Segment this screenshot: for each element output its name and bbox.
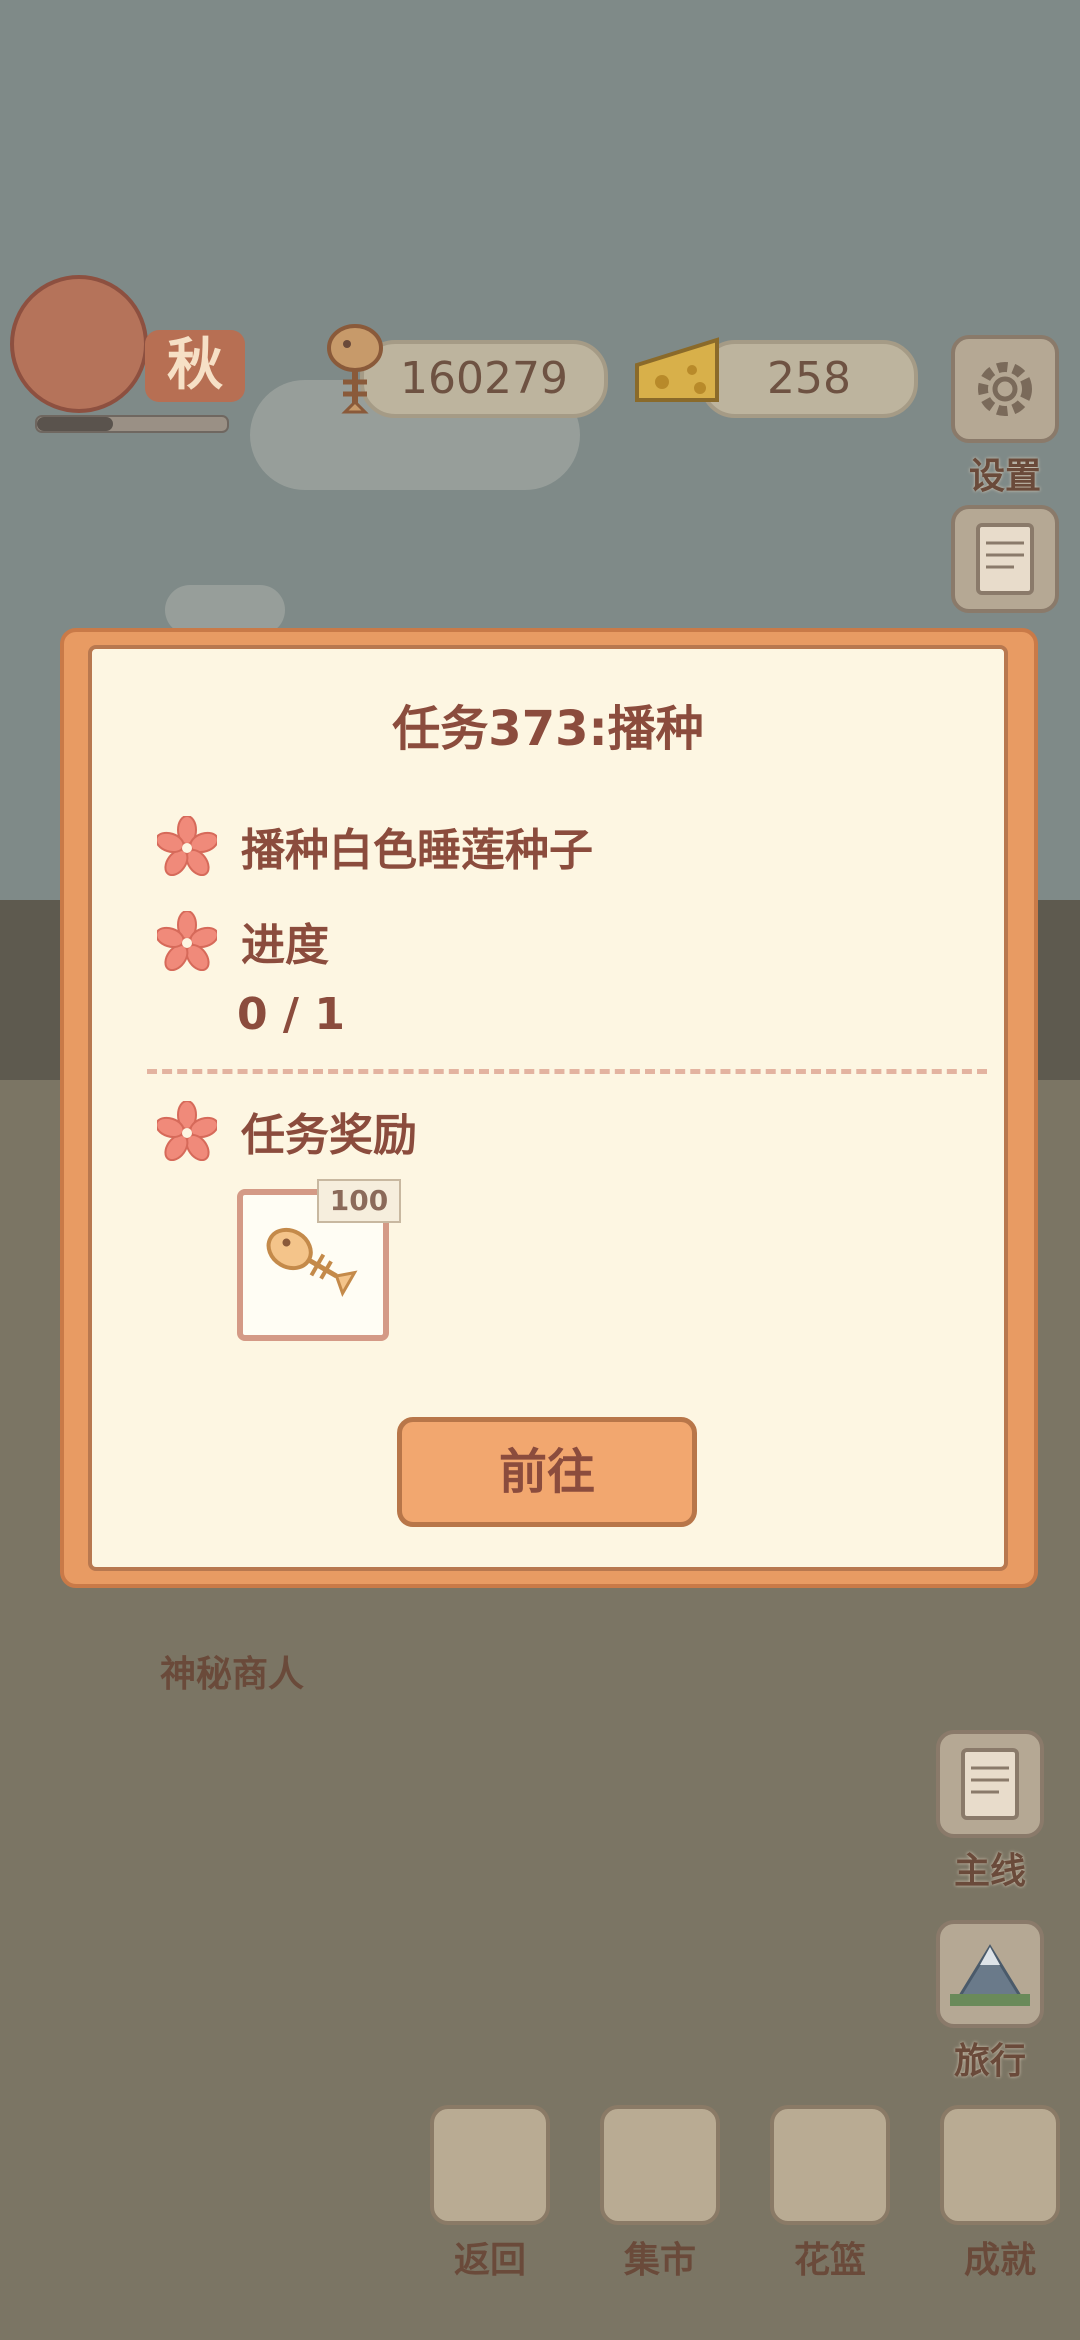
nav-label: 返回: [453, 2240, 526, 2281]
window-icon: [430, 2105, 550, 2225]
tree-icon: [10, 275, 148, 413]
travel-label: 旅行: [953, 2041, 1026, 2082]
dashed-divider: [147, 1069, 987, 1074]
reward-label: 任务奖励: [241, 1110, 417, 1161]
daily-button[interactable]: [950, 505, 1060, 613]
quest-title: 任务373:播种: [392, 701, 704, 757]
trophy-icon: [940, 2105, 1060, 2225]
fish-currency: 160279: [360, 340, 608, 418]
quest-dialog: 任务373:播种 播种白色睡莲种子 进度 0 / 1 任务奖励 100 前往: [88, 645, 1008, 1571]
progress-label: 进度: [241, 920, 329, 971]
season-label: 秋: [145, 330, 245, 402]
travel-button[interactable]: 旅行: [930, 1920, 1050, 2084]
nav-label: 集市: [623, 2240, 696, 2281]
main-quest-label: 主线: [953, 1851, 1026, 1892]
nav-flower-basket[interactable]: 花篮: [770, 2105, 890, 2283]
mysterious-merchant-label[interactable]: 神秘商人: [160, 1645, 304, 1697]
go-button[interactable]: 前往: [397, 1417, 697, 1527]
nav-back[interactable]: 返回: [430, 2105, 550, 2283]
season-progress-bar: [35, 415, 229, 433]
flower-icon: [157, 911, 217, 971]
progress-row: 进度: [157, 909, 329, 973]
note-icon: [951, 505, 1059, 613]
note-icon: [936, 1730, 1044, 1838]
nav-market[interactable]: 集市: [600, 2105, 720, 2283]
fish-bone-icon: [327, 324, 383, 414]
nav-label: 花篮: [793, 2240, 866, 2281]
season-progress-fill: [37, 417, 113, 431]
flower-icon: [157, 1101, 217, 1161]
reward-amount-tag: 100: [317, 1179, 401, 1223]
task-description: 播种白色睡莲种子: [241, 825, 593, 876]
nav-achievements[interactable]: 成就: [940, 2105, 1060, 2283]
reward-row: 任务奖励: [157, 1099, 417, 1163]
basket-icon: [770, 2105, 890, 2225]
gear-icon: [951, 335, 1059, 443]
market-stall-icon: [600, 2105, 720, 2225]
flower-icon: [157, 816, 217, 876]
cheese-icon: [635, 337, 719, 402]
main-quest-button[interactable]: 主线: [930, 1730, 1050, 1894]
progress-value: 0 / 1: [237, 989, 345, 1040]
settings-label: 设置: [968, 456, 1041, 497]
mountain-icon: [936, 1920, 1044, 2028]
task-row: 播种白色睡莲种子: [157, 814, 593, 878]
season-badge[interactable]: 秋: [10, 275, 245, 433]
nav-label: 成就: [963, 2240, 1036, 2281]
settings-button[interactable]: 设置: [950, 335, 1060, 499]
cheese-currency: 258: [700, 340, 918, 418]
